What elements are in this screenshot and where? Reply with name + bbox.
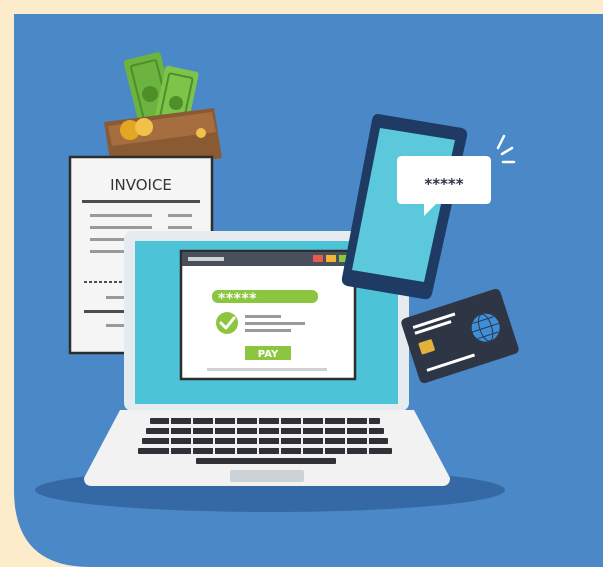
window-minimize-button <box>326 255 336 262</box>
laptop-touchpad <box>230 470 304 482</box>
pay-button-label: PAY <box>258 349 279 360</box>
window-footer-line <box>207 368 327 371</box>
password-bubble-text: ***** <box>424 175 463 193</box>
confirmation-text-line <box>245 315 281 318</box>
password-mask: ***** <box>218 291 257 307</box>
invoice-title: INVOICE <box>110 176 172 194</box>
window-close-button <box>313 255 323 262</box>
checkmark-icon <box>216 312 238 334</box>
invoice-header-line <box>82 200 200 203</box>
window-title-text <box>188 257 224 261</box>
payment-window: ***** PAY <box>179 249 357 381</box>
online-payment-illustration: INVOICE ***** PAY ***** <box>14 14 603 567</box>
